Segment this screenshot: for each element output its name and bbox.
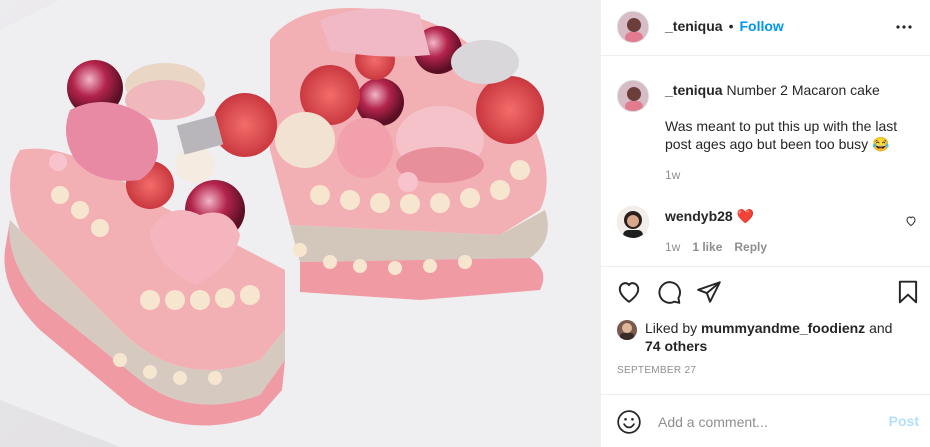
header-text: _teniqua • Follow: [665, 18, 784, 34]
post-date[interactable]: SEPTEMBER 27: [617, 365, 696, 376]
caption-time[interactable]: 1w: [665, 168, 680, 182]
three-dots-icon: [896, 25, 912, 29]
liked-others-link[interactable]: 74 others: [645, 338, 707, 354]
smiley-face-icon: [617, 410, 641, 434]
caption: _teniqua Number 2 Macaron cake: [665, 81, 917, 99]
instagram-post: _teniqua • Follow _teniqua Number 2 Maca…: [0, 0, 930, 447]
avatar-photo-icon: [617, 320, 637, 340]
caption-avatar[interactable]: [617, 80, 649, 112]
avatar-photo-icon: [617, 206, 649, 238]
comment-like-heart-icon[interactable]: [905, 214, 919, 228]
comment: wendyb28 ❤️: [665, 207, 885, 225]
caption-body: Was meant to put this up with the last p…: [665, 118, 898, 152]
avatar-photo-icon: [618, 12, 648, 42]
author-avatar[interactable]: [617, 11, 649, 43]
like-heart-icon[interactable]: [616, 279, 642, 305]
share-send-icon[interactable]: [696, 279, 722, 305]
comment-bubble-icon[interactable]: [656, 279, 682, 305]
liker-avatar[interactable]: [617, 320, 637, 340]
heart-outline-icon: [618, 282, 640, 303]
author-username[interactable]: _teniqua: [665, 18, 723, 34]
follow-button[interactable]: Follow: [739, 18, 783, 34]
avatar-photo-icon: [618, 81, 648, 111]
comments-list: _teniqua Number 2 Macaron cake Was meant…: [601, 56, 930, 266]
action-bar: [601, 266, 930, 317]
post-sidebar: _teniqua • Follow _teniqua Number 2 Maca…: [600, 0, 930, 447]
comment-likes[interactable]: 1 like: [692, 240, 722, 254]
comment-meta: 1w 1 like Reply: [665, 240, 767, 254]
bookmark-icon: [898, 280, 918, 304]
liked-by-user[interactable]: mummyandme_foodienz: [701, 320, 865, 336]
post-comment-button[interactable]: Post: [889, 413, 919, 429]
liked-by-suffix: and: [869, 320, 893, 336]
speech-bubble-icon: [658, 281, 681, 304]
comment-text: ❤️: [736, 208, 755, 224]
more-options-icon[interactable]: [893, 16, 915, 38]
heart-outline-icon: [906, 216, 916, 227]
comment-username[interactable]: wendyb28: [665, 208, 733, 224]
caption-title: Number 2 Macaron cake: [726, 82, 880, 98]
emoji-smiley-icon[interactable]: [616, 409, 642, 435]
liked-by-prefix: Liked by: [645, 320, 698, 336]
liked-by: Liked by mummyandme_foodienz and 74 othe…: [645, 319, 921, 355]
paper-plane-icon: [697, 281, 721, 303]
macaron-cake-image: [0, 0, 600, 447]
reply-button[interactable]: Reply: [734, 240, 767, 254]
comment-time[interactable]: 1w: [665, 240, 680, 254]
add-comment-input[interactable]: [656, 411, 880, 433]
post-header: _teniqua • Follow: [601, 0, 930, 56]
post-photo[interactable]: [0, 0, 600, 447]
save-bookmark-icon[interactable]: [895, 279, 921, 305]
add-comment-bar: Post: [601, 394, 930, 447]
commenter-avatar[interactable]: [617, 206, 649, 238]
caption-username[interactable]: _teniqua: [665, 82, 723, 98]
header-separator: •: [728, 18, 734, 34]
